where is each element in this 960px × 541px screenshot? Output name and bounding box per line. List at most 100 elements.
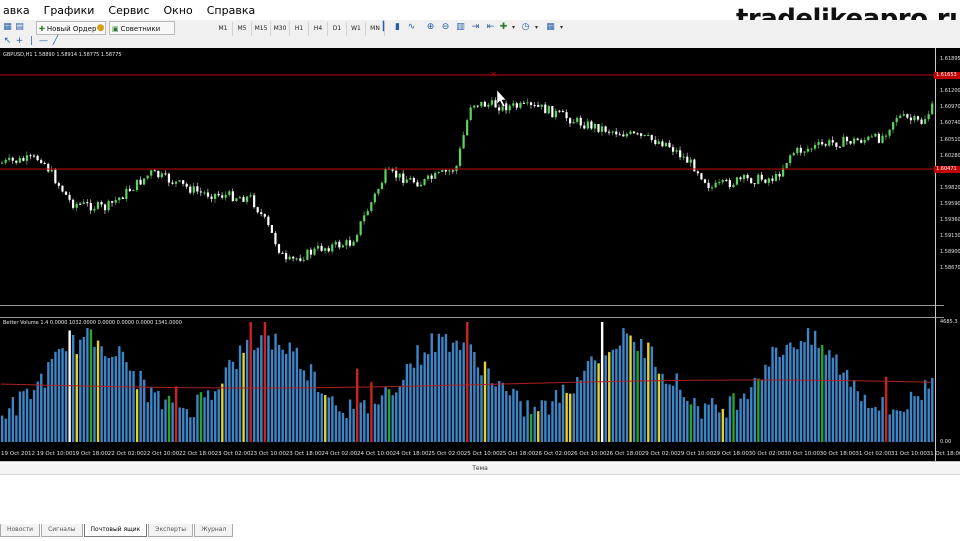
candle-body [118,197,121,201]
time-axis-label: 29 Oct 18:00 [713,451,749,457]
candle-body [316,245,320,249]
tab-experts[interactable]: Эксперты [148,524,194,537]
candle-body [835,142,838,147]
volume-bar [370,382,373,442]
timeframe-m1[interactable]: M1 [214,22,233,36]
volume-bar [920,399,923,442]
candle-body [409,178,412,180]
volume-bar [501,382,504,442]
chevron-down-icon[interactable]: ▾ [508,22,519,33]
menu-item-tools[interactable]: Сервис [101,4,156,17]
candle-body [373,193,376,203]
candlestick-icon[interactable]: ▮ [392,22,403,33]
volume-bar [267,335,270,442]
zoom-out-icon[interactable]: ⊖ [440,22,451,33]
horizontal-line-icon[interactable]: — [38,36,49,47]
crosshair-icon[interactable]: + [14,36,25,47]
chart-shift-icon[interactable]: ⇤ [485,22,496,33]
candle-body [444,170,447,172]
time-axis-label: 25 Oct 10:00 [463,451,500,457]
profiles-icon[interactable]: ▤ [14,22,25,33]
terminal-tabs: Новости Сигналы Почтовый ящик Эксперты Ж… [0,524,234,538]
trendline-icon[interactable]: ╱ [50,36,61,47]
lightbulb-icon[interactable]: ● [95,23,106,34]
cursor-icon[interactable]: ↖ [2,36,13,47]
candle-body [22,158,25,161]
volume-bar [650,346,654,442]
volume-bar [111,356,114,442]
symbol-info: GBPUSD,H1 1.58890 1.58914 1.58775 1.5877… [3,52,122,58]
timeframe-m30[interactable]: M30 [271,22,290,36]
tab-news[interactable]: Новости [0,524,41,537]
volume-bar [387,389,391,442]
volume-bar [668,384,671,442]
time-axis-label: 23 Oct 02:00 [214,451,251,457]
candle-body [533,104,536,106]
timeframe-bar: M1 M5 M15 M30 H1 H4 D1 W1 MN [214,22,385,36]
candle-body [572,121,575,124]
volume-bar [498,381,501,442]
candle-body [228,191,231,195]
candle-body [366,210,369,216]
volume-bar [299,368,302,442]
pane-divider[interactable] [0,305,944,306]
volume-bar [874,406,877,442]
tile-windows-icon[interactable]: ▥ [455,22,466,33]
candle-body [909,117,912,121]
volume-bar [899,410,902,442]
price-chart[interactable]: ✕ [0,48,960,461]
expert-advisors-button[interactable]: ▣ Советники [109,21,175,35]
volume-bar [18,391,22,442]
timeframe-d1[interactable]: D1 [328,22,347,36]
menu-item-view[interactable]: авка [0,4,37,17]
chevron-down-icon[interactable]: ▾ [531,22,542,33]
bar-chart-icon[interactable]: ┃ [378,22,389,33]
candle-body [703,179,707,183]
candle-body [299,258,302,261]
volume-bar [455,340,458,442]
volume-bar [483,361,487,442]
candle-body [853,138,856,144]
menu-item-window[interactable]: Окно [157,4,200,17]
line-handle-icon[interactable]: ✕ [490,70,497,79]
mailbox-column-header[interactable]: Тема [0,463,960,475]
tab-mailbox[interactable]: Почтовый ящик [83,524,148,537]
timeframe-m15[interactable]: M15 [252,22,271,36]
volume-bar [157,390,160,442]
tab-journal[interactable]: Журнал [194,524,234,537]
autoscroll-icon[interactable]: ⇥ [470,22,481,33]
candle-body [931,103,934,115]
tab-signals[interactable]: Сигналы [41,524,83,537]
candle-body [36,155,39,161]
menu-item-charts[interactable]: Графики [37,4,102,17]
zoom-in-icon[interactable]: ⊕ [425,22,436,33]
timeframe-m5[interactable]: M5 [233,22,252,36]
candle-body [164,173,167,175]
candle-body [675,150,678,152]
vertical-line-icon[interactable]: | [26,36,37,47]
candle-body [526,102,529,104]
volume-bar [245,339,249,442]
candle-body [579,117,582,126]
chevron-down-icon[interactable]: ▾ [556,22,567,33]
templates-icon[interactable]: ▦ [545,22,556,33]
menu-item-help[interactable]: Справка [200,4,262,17]
volume-bar [47,362,50,442]
new-chart-icon[interactable]: ▦ [2,22,13,33]
line-chart-icon[interactable]: ∿ [406,22,417,33]
timeframe-h1[interactable]: H1 [290,22,309,36]
timeframe-h4[interactable]: H4 [309,22,328,36]
price-scale-label: 1.58670 [940,265,960,272]
timeframe-w1[interactable]: W1 [347,22,366,36]
volume-bar [441,336,444,442]
candle-body [920,119,923,124]
candle-body [359,221,362,235]
volume-bar [125,362,128,442]
volume-bar [771,346,774,442]
volume-bar [579,380,583,442]
time-axis-label: 29 Oct 10:00 [677,451,714,457]
price-scale-border [935,48,936,461]
volume-bar [469,344,472,442]
periods-icon[interactable]: ◷ [520,22,531,33]
pane-divider[interactable] [0,317,944,318]
